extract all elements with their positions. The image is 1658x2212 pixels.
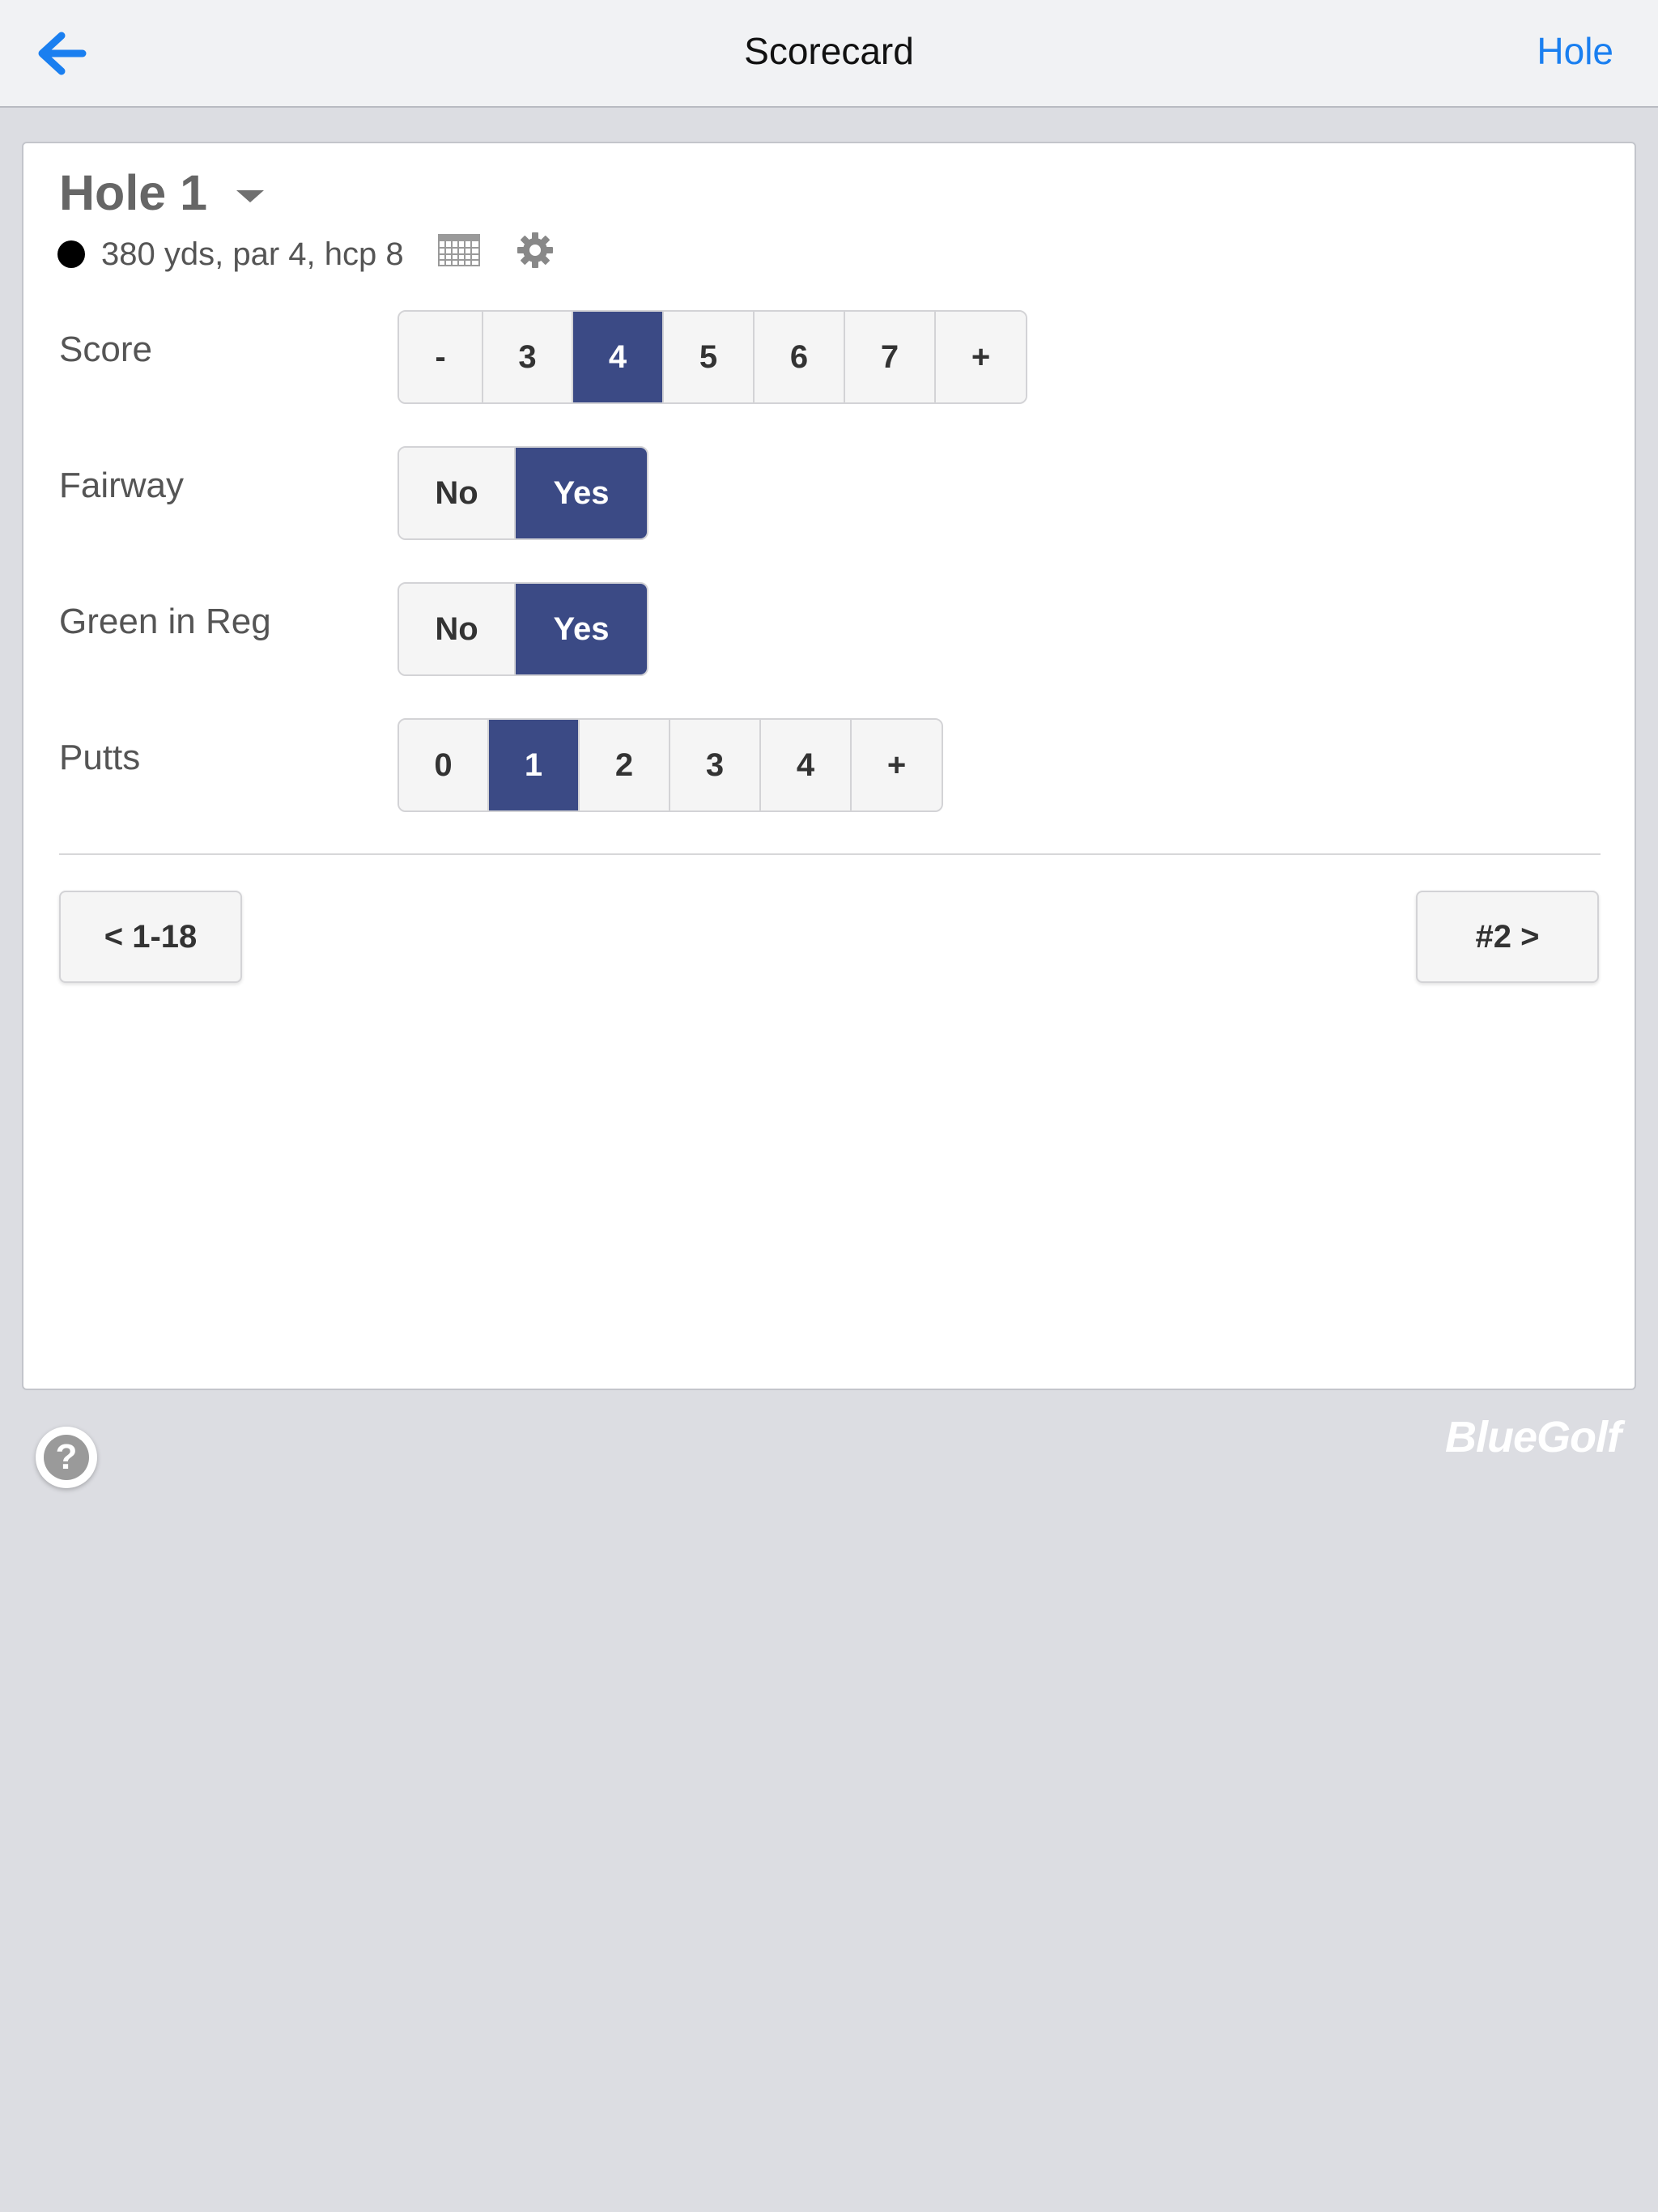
section-divider xyxy=(59,853,1601,855)
putts-option[interactable]: 3 xyxy=(670,720,761,810)
putts-option[interactable]: + xyxy=(852,720,942,810)
fairway-label: Fairway xyxy=(59,466,185,505)
bluegolf-logo: BlueGolf xyxy=(1445,1413,1622,1461)
putts-selector: 0 1 2 3 4 + xyxy=(397,718,943,812)
hole-info: 380 yds, par 4, hcp 8 xyxy=(101,236,404,272)
gir-option[interactable]: No xyxy=(399,584,516,674)
gir-selector: No Yes xyxy=(397,582,648,676)
score-option[interactable]: 4 xyxy=(573,312,664,402)
hole-title: Hole 1 xyxy=(59,165,208,220)
putts-option[interactable]: 2 xyxy=(580,720,670,810)
tee-marker-dot xyxy=(57,240,85,268)
score-option[interactable]: + xyxy=(936,312,1026,402)
putts-label: Putts xyxy=(59,738,141,777)
gir-label: Green in Reg xyxy=(59,602,271,641)
score-option[interactable]: 6 xyxy=(755,312,845,402)
scorecard-card: Hole 1 380 yds, par 4, hcp 8 Score - 3 4… xyxy=(22,142,1636,1390)
help-button[interactable]: ? xyxy=(36,1427,97,1488)
hole-info-row: 380 yds, par 4, hcp 8 xyxy=(57,231,555,278)
hole-selector[interactable]: Hole 1 xyxy=(59,164,265,221)
score-option[interactable]: 7 xyxy=(845,312,936,402)
prev-holes-button[interactable]: < 1-18 xyxy=(59,891,242,983)
hole-nav-link[interactable]: Hole xyxy=(1537,29,1613,73)
top-navbar: Scorecard Hole xyxy=(0,0,1658,108)
fairway-option[interactable]: No xyxy=(399,448,516,538)
putts-option[interactable]: 1 xyxy=(489,720,580,810)
gir-option[interactable]: Yes xyxy=(516,584,647,674)
putts-option[interactable]: 4 xyxy=(761,720,852,810)
fairway-option[interactable]: Yes xyxy=(516,448,647,538)
score-option[interactable]: 5 xyxy=(664,312,755,402)
caret-down-icon xyxy=(236,189,265,202)
putts-option[interactable]: 0 xyxy=(399,720,489,810)
score-selector: - 3 4 5 6 7 + xyxy=(397,310,1027,404)
settings-gear-icon[interactable] xyxy=(516,231,555,278)
next-hole-button[interactable]: #2 > xyxy=(1416,891,1599,983)
fairway-selector: No Yes xyxy=(397,446,648,540)
score-label: Score xyxy=(59,330,152,369)
score-option[interactable]: - xyxy=(399,312,483,402)
page-title: Scorecard xyxy=(744,30,914,72)
score-option[interactable]: 3 xyxy=(483,312,573,402)
help-question-icon: ? xyxy=(44,1435,89,1480)
scorecard-grid-icon[interactable] xyxy=(437,234,480,274)
